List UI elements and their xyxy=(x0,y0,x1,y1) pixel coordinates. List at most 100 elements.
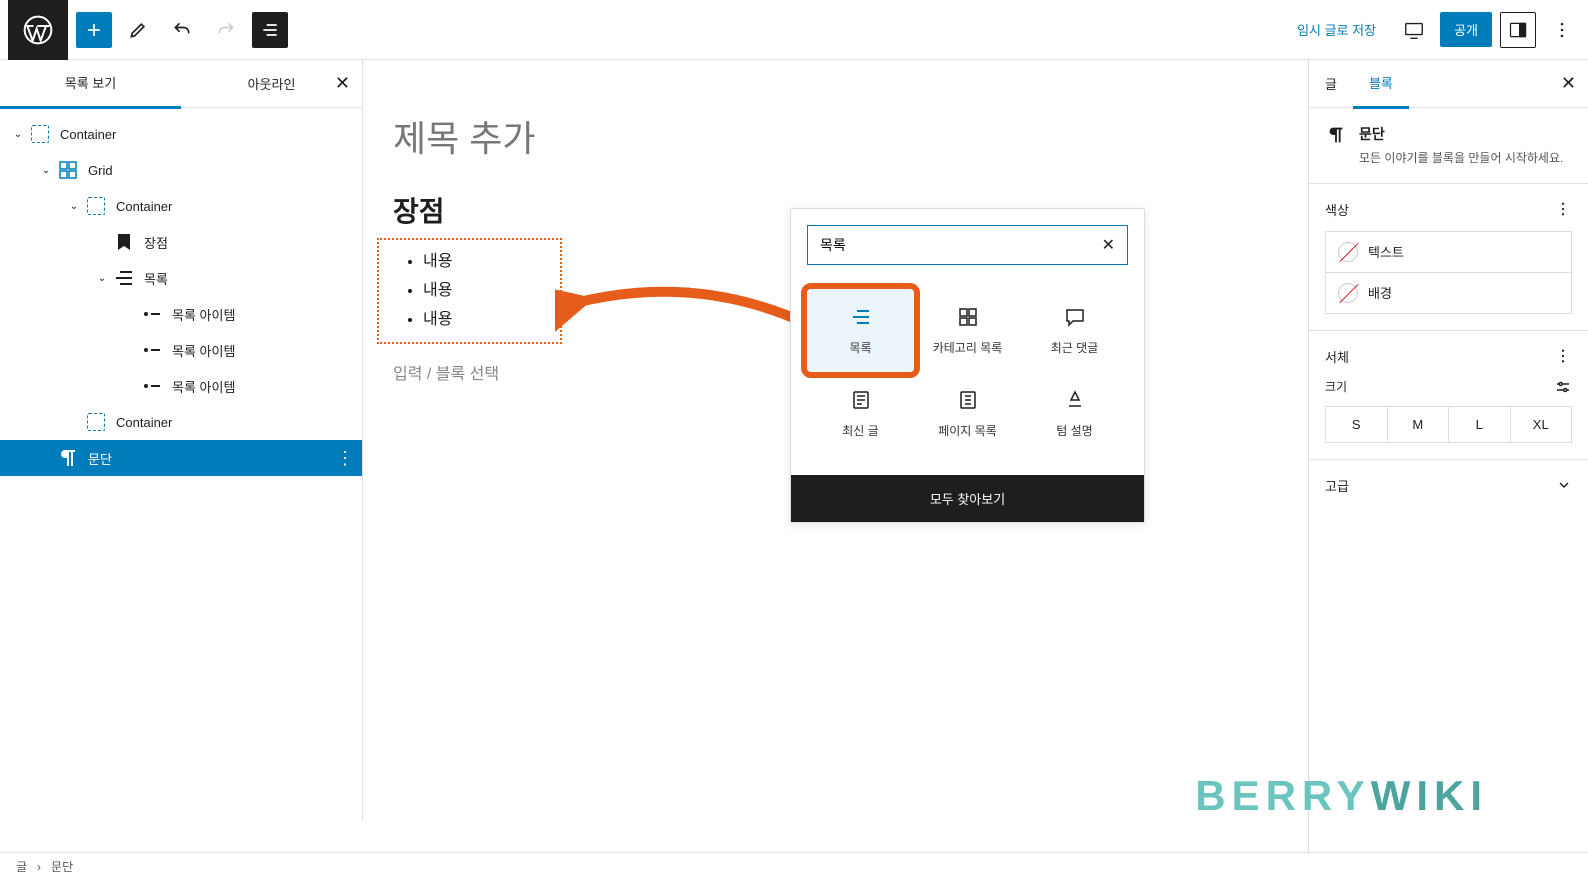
tree-item[interactable]: 목록 아이템 xyxy=(0,332,362,368)
tree-item-label: 목록 아이템 xyxy=(172,341,235,360)
inserter-item[interactable]: 페이지 목록 xyxy=(914,372,1021,455)
list-block[interactable]: 내용내용내용 xyxy=(395,248,544,334)
inserter-item-label: 목록 xyxy=(849,339,871,356)
inserter-search-input[interactable] xyxy=(820,237,1102,253)
list-item[interactable]: 내용 xyxy=(423,306,544,335)
more-options-icon[interactable]: ⋮ xyxy=(336,448,354,469)
inserter-item[interactable]: 최신 글 xyxy=(807,372,914,455)
more-options-icon[interactable] xyxy=(1554,200,1572,218)
paragraph-icon xyxy=(56,446,80,470)
clear-search-icon[interactable]: ✕ xyxy=(1102,235,1115,255)
tree-item[interactable]: 장점 xyxy=(0,224,362,260)
toolbar-right: 임시 글로 저장 공개 xyxy=(1285,12,1580,48)
term-icon xyxy=(1063,388,1087,412)
list-item[interactable]: 내용 xyxy=(423,248,544,277)
advanced-section[interactable]: 고급 xyxy=(1309,460,1588,511)
more-options-icon[interactable] xyxy=(1554,347,1572,365)
tree-item[interactable]: 목록 아이템 xyxy=(0,296,362,332)
inserter-item-label: 최근 댓글 xyxy=(1051,339,1099,356)
inserter-item-label: 카테고리 목록 xyxy=(933,339,1003,356)
paragraph-icon xyxy=(1325,124,1347,146)
list-icon xyxy=(112,266,136,290)
save-draft-button[interactable]: 임시 글로 저장 xyxy=(1285,14,1388,45)
close-icon[interactable]: ✕ xyxy=(335,73,350,94)
inserter-search-wrap: ✕ xyxy=(791,209,1144,281)
publish-button[interactable]: 공개 xyxy=(1440,12,1492,47)
tree-item-label: 장점 xyxy=(144,233,168,252)
chevron-right-icon: › xyxy=(37,860,41,874)
list-item[interactable]: 내용 xyxy=(423,277,544,306)
inserter-search-box: ✕ xyxy=(807,225,1128,265)
add-block-button[interactable] xyxy=(76,12,112,48)
size-settings-icon[interactable] xyxy=(1554,378,1572,396)
left-panel-tabs: 목록 보기 아웃라인 ✕ xyxy=(0,60,362,108)
chevron-down-icon xyxy=(1556,477,1572,493)
document-overview-button[interactable] xyxy=(252,12,288,48)
block-title: 문단 xyxy=(1359,124,1563,144)
size-label: 크기 xyxy=(1325,378,1347,395)
tree-item-label: Container xyxy=(116,415,172,430)
tree-item-label: 문단 xyxy=(88,449,112,468)
dashed-icon xyxy=(28,122,52,146)
redo-button[interactable] xyxy=(208,12,244,48)
tree-item-label: 목록 아이템 xyxy=(172,377,235,396)
browse-all-button[interactable]: 모두 찾아보기 xyxy=(791,475,1144,522)
tree-item[interactable]: 목록 아이템 xyxy=(0,368,362,404)
tree-item-label: Grid xyxy=(88,163,113,178)
tree-item[interactable]: ⌄목록 xyxy=(0,260,362,296)
inserter-item[interactable]: 텀 설명 xyxy=(1021,372,1128,455)
tab-post[interactable]: 글 xyxy=(1309,60,1353,107)
comment-icon xyxy=(1063,305,1087,329)
typography-section: 서체 크기 SMLXL xyxy=(1309,331,1588,460)
block-description: 모든 이야기를 블록을 만들어 시작하세요. xyxy=(1359,150,1563,167)
size-button[interactable]: M xyxy=(1388,407,1450,442)
inserter-grid: 목록 카테고리 목록 최근 댓글최신 글 페이지 목록 텀 설명 xyxy=(791,281,1144,475)
inserter-item-label: 최신 글 xyxy=(842,422,878,439)
dash-icon xyxy=(140,302,164,326)
bookmark-icon xyxy=(112,230,136,254)
dash-icon xyxy=(140,374,164,398)
inserter-item[interactable]: 최근 댓글 xyxy=(1021,289,1128,372)
tree-item[interactable]: ⌄Container xyxy=(0,116,362,152)
close-icon[interactable]: ✕ xyxy=(1561,73,1576,94)
inserter-item-label: 페이지 목록 xyxy=(938,422,997,439)
title-input[interactable]: 제목 추가 xyxy=(393,110,1308,162)
post-icon xyxy=(849,388,873,412)
tree-item[interactable]: ⌄Grid xyxy=(0,152,362,188)
undo-button[interactable] xyxy=(164,12,200,48)
tree-item[interactable]: 문단 ⋮ xyxy=(0,440,362,476)
grid-icon xyxy=(56,158,80,182)
options-button[interactable] xyxy=(1544,12,1580,48)
breadcrumb: 글 › 문단 xyxy=(0,852,1588,880)
pages-icon xyxy=(956,388,980,412)
advanced-label: 고급 xyxy=(1325,476,1349,495)
text-color-control[interactable]: 텍스트 xyxy=(1325,231,1572,273)
settings-sidebar-toggle[interactable] xyxy=(1500,12,1536,48)
background-color-label: 배경 xyxy=(1368,283,1392,302)
caret-icon: ⌄ xyxy=(8,129,28,140)
tab-block[interactable]: 블록 xyxy=(1353,59,1409,109)
block-inserter-popup: ✕ 목록 카테고리 목록 최근 댓글최신 글 페이지 목록 텀 설명 모두 찾아보기 xyxy=(790,208,1145,523)
size-button[interactable]: L xyxy=(1449,407,1511,442)
size-button[interactable]: XL xyxy=(1511,407,1572,442)
breadcrumb-root[interactable]: 글 xyxy=(16,858,27,875)
tree-item[interactable]: ⌄Container xyxy=(0,188,362,224)
preview-button[interactable] xyxy=(1396,12,1432,48)
background-color-control[interactable]: 배경 xyxy=(1325,273,1572,314)
edit-mode-button[interactable] xyxy=(120,12,156,48)
breadcrumb-current[interactable]: 문단 xyxy=(51,858,73,875)
wordpress-logo[interactable] xyxy=(8,0,68,60)
categories-icon xyxy=(956,305,980,329)
color-section-title: 색상 xyxy=(1325,200,1349,219)
inserter-item-label: 텀 설명 xyxy=(1056,422,1092,439)
inserter-item[interactable]: 카테고리 목록 xyxy=(914,289,1021,372)
size-button[interactable]: S xyxy=(1326,407,1388,442)
dash-icon xyxy=(140,338,164,362)
top-toolbar: 임시 글로 저장 공개 xyxy=(0,0,1588,60)
toolbar-left xyxy=(8,0,288,60)
inserter-item[interactable]: 목록 xyxy=(807,289,914,372)
block-tree: ⌄Container⌄Grid⌄Container장점⌄목록목록 아이템목록 아… xyxy=(0,108,362,484)
tree-item[interactable]: Container xyxy=(0,404,362,440)
tab-list-view[interactable]: 목록 보기 xyxy=(0,59,181,109)
list-block-highlight: 내용내용내용 xyxy=(377,238,562,344)
